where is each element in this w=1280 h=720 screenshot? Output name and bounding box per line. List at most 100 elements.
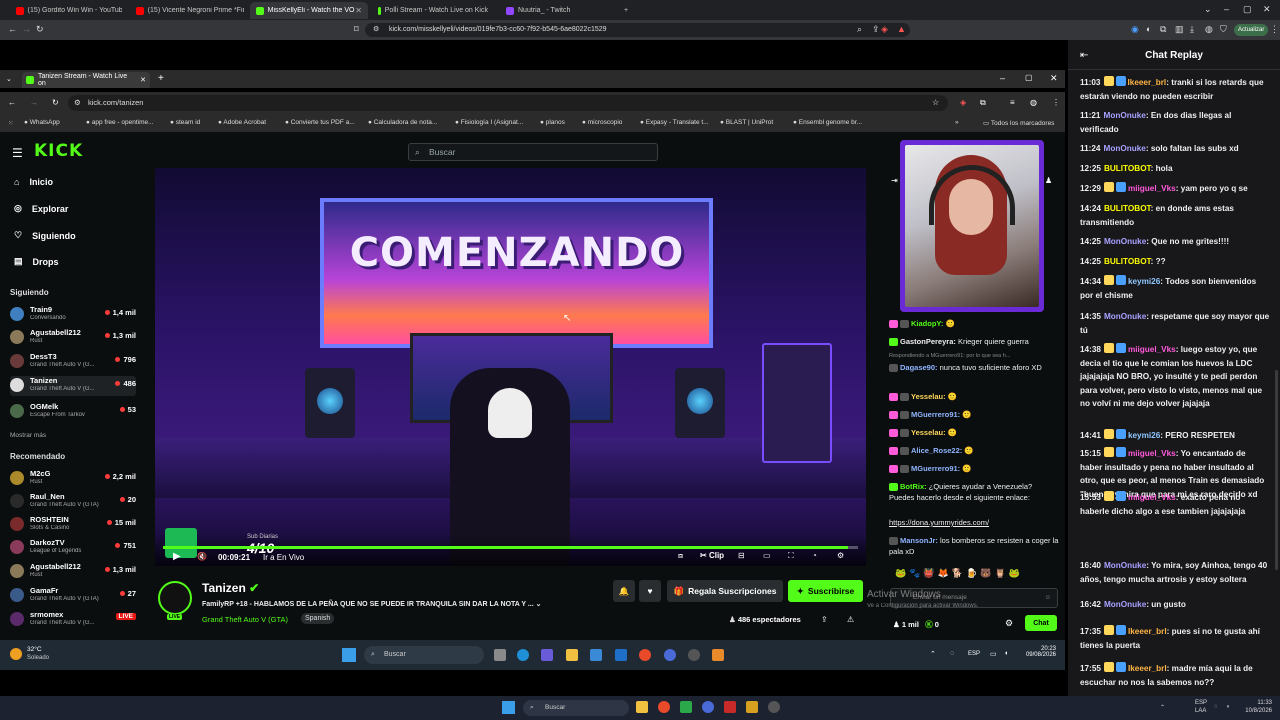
obs-icon[interactable] xyxy=(688,649,700,661)
follow-button[interactable]: ♥ xyxy=(639,580,661,602)
reload-icon[interactable]: ↻ xyxy=(52,98,59,107)
message-user[interactable]: MonOnuke xyxy=(1104,600,1146,609)
teams-icon[interactable] xyxy=(541,649,553,661)
kick-logo[interactable]: KICK xyxy=(34,141,83,161)
monitor-icon[interactable]: ▭ xyxy=(990,650,997,658)
app-icon[interactable] xyxy=(746,701,758,713)
subscribe-button[interactable]: ✦ Suscribirse xyxy=(788,580,863,602)
tray-chevron-icon[interactable]: ⌃ xyxy=(930,650,936,658)
emote-bar[interactable]: 🐸🐾👹🦊🐕🍺🐻🦉🐸 xyxy=(895,568,1023,579)
language-tag[interactable]: Spanish xyxy=(301,613,335,624)
channel-item[interactable]: Agustabell212 Rust 1,3 mil xyxy=(10,328,136,348)
user-icon[interactable]: ♟ xyxy=(1045,176,1052,185)
discord-icon[interactable]: ◐ xyxy=(1146,24,1151,34)
show-more-link[interactable]: Mostrar más xyxy=(10,432,46,439)
bookmark-item[interactable]: ● Ensembl genome br... xyxy=(793,119,862,126)
new-tab-button[interactable]: + xyxy=(618,2,632,19)
message-user[interactable]: miiguel_Vks xyxy=(1128,449,1176,458)
report-icon[interactable]: ⚠ xyxy=(847,615,854,624)
minimize-icon[interactable]: – xyxy=(1000,73,1005,83)
channel-item[interactable]: M2cG Rust 2,2 mil xyxy=(10,469,136,489)
close-window-icon[interactable]: ✕ xyxy=(1263,4,1271,15)
browser-tab[interactable]: (15) Gordito Win Win - YouTube xyxy=(10,2,128,19)
channel-item[interactable]: Agustabell212 Rust 1,3 mil xyxy=(10,562,136,582)
chevron-down-icon[interactable]: ⌄ xyxy=(536,601,542,608)
bookmark-item[interactable]: ● app free - opentime... xyxy=(86,119,154,126)
maximize-icon[interactable]: ▢ xyxy=(1243,4,1252,15)
url-bar[interactable]: ⚙ kick.com/misskellyeli/videos/019fe7b3-c… xyxy=(365,23,910,37)
extensions-icon[interactable]: ⧉ xyxy=(980,98,986,108)
gift-subs-button[interactable]: 🎁 Regala Suscripciones xyxy=(667,580,783,602)
task-view-icon[interactable] xyxy=(494,649,506,661)
message-user[interactable]: miiguel_Vks xyxy=(1128,345,1176,354)
menu-icon[interactable]: ⋮ xyxy=(1270,24,1279,35)
message-user[interactable]: Ikeeer_brl xyxy=(1128,627,1167,636)
browser-tab[interactable]: Nuutria_ - Twitch xyxy=(500,2,618,19)
media-icon[interactable]: ≡ xyxy=(1010,98,1015,107)
edge-icon[interactable] xyxy=(517,649,529,661)
quality-icon[interactable]: ◔ xyxy=(812,551,817,560)
channel-item[interactable]: ROSHTEIN Slots & Casino 15 mil xyxy=(10,515,136,535)
new-tab-button[interactable]: + xyxy=(158,73,164,84)
share-icon[interactable]: ⇪ xyxy=(821,615,828,624)
message-user[interactable]: keymi26 xyxy=(1128,431,1160,440)
windows-start-icon[interactable] xyxy=(342,648,356,662)
extension-icon[interactable]: ◈ xyxy=(960,98,966,107)
windows-start-icon[interactable] xyxy=(502,701,515,714)
network-icon[interactable]: ◌ xyxy=(950,650,954,657)
bookmark-item[interactable]: ● Convierte tus PDF a... xyxy=(285,119,355,126)
tray-chevron-icon[interactable]: ⌃ xyxy=(1160,704,1165,711)
chat-send-button[interactable]: Chat xyxy=(1025,615,1057,631)
bookmark-item[interactable]: ● Calculadora de nota... xyxy=(368,119,437,126)
channel-item[interactable]: OGMelk Escape From Tarkov 53 xyxy=(10,402,136,422)
close-tab-icon[interactable]: ✕ xyxy=(140,76,146,84)
notify-button[interactable]: 🔔 xyxy=(613,580,635,602)
bookmark-icon[interactable]: ⌑ xyxy=(354,24,359,35)
nav-following[interactable]: ♡ Siguiendo xyxy=(14,230,76,241)
channel-item[interactable]: DarkozTV League of Legends 751 xyxy=(10,538,136,558)
channel-item[interactable]: GamaFr Grand Theft Auto V (GTA) 27 xyxy=(10,586,136,606)
shield-icon[interactable]: ⛉ xyxy=(1220,24,1227,35)
message-user[interactable]: BULITOBOT xyxy=(1104,164,1151,173)
bookmark-item[interactable]: ● Expasy - Translate t... xyxy=(640,119,709,126)
download-icon[interactable]: ⤓ xyxy=(1190,24,1194,35)
collapse-chat-icon[interactable]: ⇥ xyxy=(891,176,898,185)
video-progress-bar[interactable] xyxy=(163,546,858,549)
forward-icon[interactable]: → xyxy=(30,98,38,107)
discord-icon[interactable] xyxy=(702,701,714,713)
message-user[interactable]: BULITOBOT xyxy=(1104,204,1151,213)
keyboard-lang[interactable]: ESP LAA xyxy=(1195,699,1207,715)
inner-lang[interactable]: ESP xyxy=(968,651,980,657)
message-user[interactable]: MonOnuke xyxy=(1104,561,1146,570)
search-input[interactable]: ⌕ Buscar xyxy=(408,143,658,161)
mail-icon[interactable] xyxy=(615,649,627,661)
folder-icon[interactable] xyxy=(636,701,648,713)
store-icon[interactable] xyxy=(590,649,602,661)
share-icon[interactable]: ⇪ xyxy=(872,24,880,35)
vlc-icon[interactable] xyxy=(712,649,724,661)
channel-item[interactable]: srmomex Grand Theft Auto V (G... LIVE xyxy=(10,610,136,630)
message-user[interactable]: Ikeeer_brl xyxy=(1128,78,1167,87)
message-user[interactable]: MonOnuke xyxy=(1104,144,1146,153)
message-user[interactable]: miiguel_Vks xyxy=(1128,184,1176,193)
theater-icon[interactable]: ⧈ xyxy=(678,551,683,561)
spotify-icon[interactable] xyxy=(680,701,692,713)
streamer-name[interactable]: Tanizen ✔ xyxy=(202,581,259,595)
discord-icon[interactable] xyxy=(664,649,676,661)
bookmark-item[interactable]: ● WhatsApp xyxy=(24,119,60,126)
chat-link[interactable]: https://dona.yummyrides.com/ xyxy=(889,517,1059,528)
extensions-icon[interactable]: ⧉ xyxy=(1160,24,1166,35)
site-info-icon[interactable]: ⚙ xyxy=(373,23,379,37)
message-user[interactable]: miiguel_Vks xyxy=(1128,493,1176,502)
hamburger-icon[interactable]: ☰ xyxy=(12,146,23,160)
taskbar-search[interactable]: ⌕ Buscar xyxy=(523,700,629,716)
fullscreen-icon[interactable]: ⛶ xyxy=(788,551,794,561)
obs-icon[interactable] xyxy=(768,701,780,713)
go-live-link[interactable]: Ir a En Vivo xyxy=(263,553,304,562)
volume-icon[interactable]: ◖ xyxy=(1004,650,1008,657)
inner-tab[interactable]: Tanizen Stream - Watch Live on ✕ xyxy=(22,72,150,88)
minimize-icon[interactable]: – xyxy=(1224,4,1229,14)
bookmark-item[interactable]: ● Fisiología I (Asignat... xyxy=(455,119,523,126)
clip-button[interactable]: ✂ Clip xyxy=(700,551,724,560)
more-bookmarks-icon[interactable]: » xyxy=(955,119,959,126)
